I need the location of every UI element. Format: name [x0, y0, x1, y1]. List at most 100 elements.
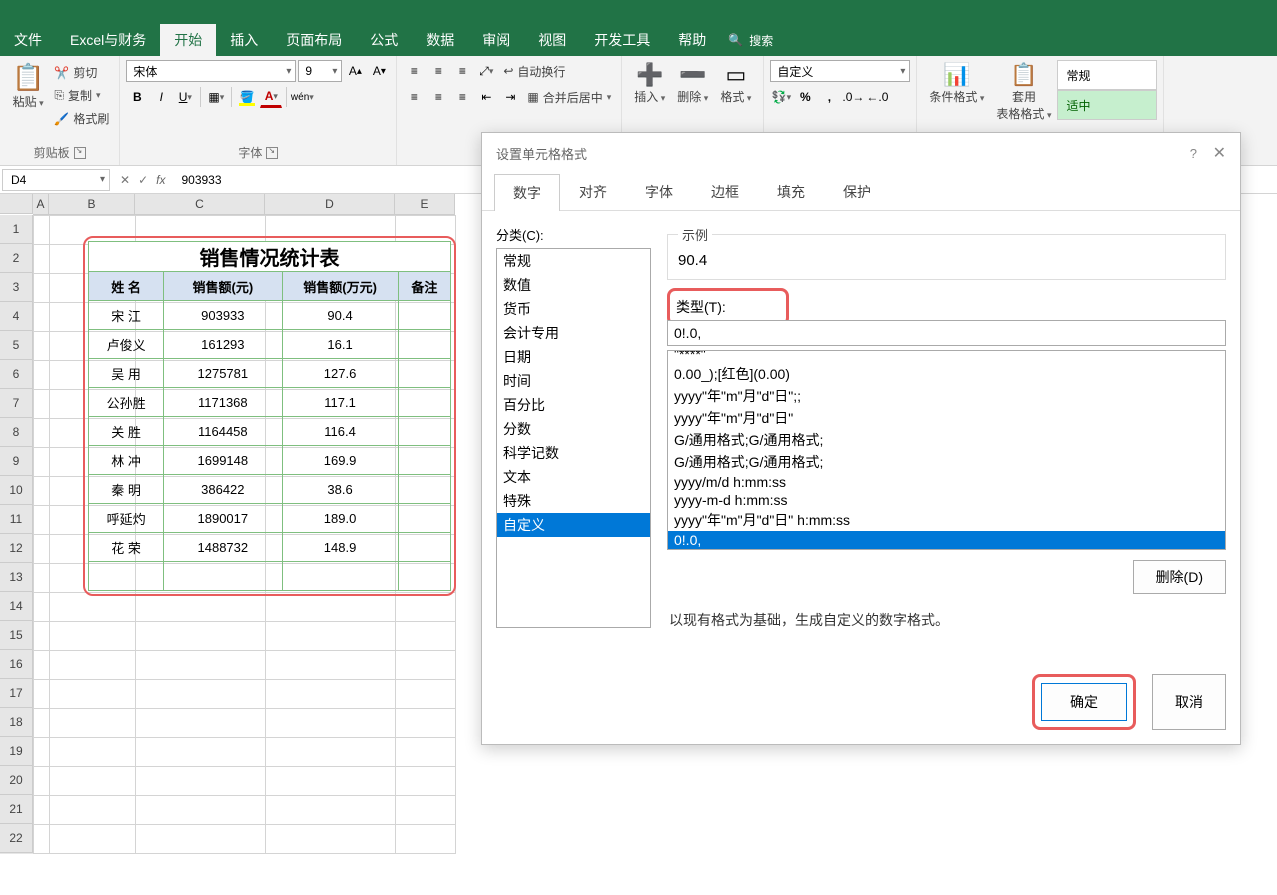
- sales-cell[interactable]: 宋 江: [89, 301, 164, 330]
- increase-decimal-icon[interactable]: .0→: [842, 86, 864, 108]
- cancel-button[interactable]: 取消: [1152, 674, 1226, 730]
- col-header-A[interactable]: A: [33, 194, 49, 214]
- format-item[interactable]: yyyy/m/d h:mm:ss: [668, 473, 1225, 491]
- sales-cell[interactable]: [398, 475, 450, 504]
- category-item[interactable]: 百分比: [497, 393, 650, 417]
- style-good[interactable]: 适中: [1057, 90, 1157, 120]
- sales-cell[interactable]: 90.4: [282, 301, 398, 330]
- decrease-decimal-icon[interactable]: ←.0: [866, 86, 888, 108]
- sales-cell[interactable]: 1699148: [164, 446, 282, 475]
- col-header-E[interactable]: E: [395, 194, 455, 214]
- clipboard-launcher[interactable]: [74, 147, 86, 159]
- font-size-combo[interactable]: 9: [298, 60, 342, 82]
- grid-area[interactable]: 销售情况统计表姓 名销售额(元)销售额(万元)备注宋 江90393390.4卢俊…: [33, 215, 456, 854]
- format-item[interactable]: yyyy"年"m"月"d"日";;: [668, 385, 1225, 407]
- row-header-4[interactable]: 4: [0, 302, 33, 331]
- category-item[interactable]: 分数: [497, 417, 650, 441]
- col-header-D[interactable]: D: [265, 194, 395, 214]
- font-color-button[interactable]: A: [260, 86, 282, 108]
- sales-cell[interactable]: 1890017: [164, 504, 282, 533]
- category-item[interactable]: 文本: [497, 465, 650, 489]
- format-item[interactable]: G/通用格式;G/通用格式;: [668, 429, 1225, 451]
- row-header-5[interactable]: 5: [0, 331, 33, 360]
- align-right-icon[interactable]: ≡: [451, 86, 473, 108]
- bold-button[interactable]: B: [126, 86, 148, 108]
- phonetic-button[interactable]: wén: [291, 86, 313, 108]
- row-header-8[interactable]: 8: [0, 418, 33, 447]
- row-header-12[interactable]: 12: [0, 534, 33, 563]
- delete-button[interactable]: ➖删除: [671, 60, 714, 107]
- sales-cell[interactable]: [282, 562, 398, 591]
- category-item[interactable]: 数值: [497, 273, 650, 297]
- menu-data[interactable]: 数据: [412, 24, 468, 56]
- col-header-B[interactable]: B: [49, 194, 135, 214]
- percent-format-icon[interactable]: %: [794, 86, 816, 108]
- dialog-tab-0[interactable]: 数字: [494, 174, 560, 211]
- dialog-tab-1[interactable]: 对齐: [560, 173, 626, 210]
- increase-font-icon[interactable]: A▴: [344, 60, 366, 82]
- menu-developer[interactable]: 开发工具: [580, 24, 664, 56]
- ok-button[interactable]: 确定: [1041, 683, 1127, 721]
- row-header-9[interactable]: 9: [0, 447, 33, 476]
- format-item[interactable]: yyyy"年"m"月"d"日": [668, 407, 1225, 429]
- copy-button[interactable]: ⎘复制: [50, 85, 113, 106]
- merge-center-button[interactable]: ▦合并后居中: [523, 87, 615, 108]
- menu-help[interactable]: 帮助: [664, 24, 720, 56]
- font-name-combo[interactable]: 宋体: [126, 60, 296, 82]
- sales-cell[interactable]: 吴 用: [89, 359, 164, 388]
- align-center-icon[interactable]: ≡: [427, 86, 449, 108]
- sales-cell[interactable]: [398, 504, 450, 533]
- sales-cell[interactable]: 903933: [164, 301, 282, 330]
- dialog-tab-2[interactable]: 字体: [626, 173, 692, 210]
- sales-cell[interactable]: 386422: [164, 475, 282, 504]
- fx-icon[interactable]: fx: [156, 173, 165, 187]
- menu-page-layout[interactable]: 页面布局: [272, 24, 356, 56]
- row-header-6[interactable]: 6: [0, 360, 33, 389]
- format-item[interactable]: G/通用格式;G/通用格式;: [668, 451, 1225, 473]
- sales-cell[interactable]: [398, 301, 450, 330]
- select-all-corner[interactable]: [0, 194, 33, 214]
- row-header-20[interactable]: 20: [0, 766, 33, 795]
- sales-cell[interactable]: 1164458: [164, 417, 282, 446]
- increase-indent-icon[interactable]: ⇥: [499, 86, 521, 108]
- sales-cell[interactable]: 127.6: [282, 359, 398, 388]
- menu-excel-finance[interactable]: Excel与财务: [56, 24, 160, 56]
- decrease-font-icon[interactable]: A▾: [368, 60, 390, 82]
- sales-cell[interactable]: 38.6: [282, 475, 398, 504]
- row-header-1[interactable]: 1: [0, 215, 33, 244]
- category-list[interactable]: 常规数值货币会计专用日期时间百分比分数科学记数文本特殊自定义: [496, 248, 651, 628]
- row-header-2[interactable]: 2: [0, 244, 33, 273]
- sales-cell[interactable]: 卢俊义: [89, 330, 164, 359]
- sales-cell[interactable]: 1171368: [164, 388, 282, 417]
- sales-cell[interactable]: [398, 533, 450, 562]
- category-item[interactable]: 科学记数: [497, 441, 650, 465]
- sales-cell[interactable]: 1488732: [164, 533, 282, 562]
- category-item[interactable]: 会计专用: [497, 321, 650, 345]
- menu-review[interactable]: 审阅: [468, 24, 524, 56]
- category-item[interactable]: 货币: [497, 297, 650, 321]
- row-header-15[interactable]: 15: [0, 621, 33, 650]
- sales-cell[interactable]: 花 荣: [89, 533, 164, 562]
- col-header-C[interactable]: C: [135, 194, 265, 214]
- fill-color-button[interactable]: 🪣: [236, 86, 258, 108]
- category-item[interactable]: 时间: [497, 369, 650, 393]
- align-middle-icon[interactable]: ≡: [427, 60, 449, 82]
- sales-cell[interactable]: [398, 562, 450, 591]
- insert-button[interactable]: ➕插入: [628, 60, 671, 107]
- dialog-close-icon[interactable]: ✕: [1213, 145, 1226, 162]
- orientation-icon[interactable]: ⤢: [475, 60, 497, 82]
- italic-button[interactable]: I: [150, 86, 172, 108]
- format-item[interactable]: yyyy"年"m"月"d"日" h:mm:ss: [668, 509, 1225, 531]
- row-header-13[interactable]: 13: [0, 563, 33, 592]
- menu-file[interactable]: 文件: [0, 24, 56, 56]
- format-item[interactable]: yyyy-m-d h:mm:ss: [668, 491, 1225, 509]
- sales-cell[interactable]: 116.4: [282, 417, 398, 446]
- sales-cell[interactable]: [164, 562, 282, 591]
- dialog-tab-5[interactable]: 保护: [824, 173, 890, 210]
- number-format-combo[interactable]: 自定义: [770, 60, 910, 82]
- dialog-tab-3[interactable]: 边框: [692, 173, 758, 210]
- row-header-22[interactable]: 22: [0, 824, 33, 853]
- delete-format-button[interactable]: 删除(D): [1133, 560, 1226, 594]
- row-header-19[interactable]: 19: [0, 737, 33, 766]
- sales-cell[interactable]: 148.9: [282, 533, 398, 562]
